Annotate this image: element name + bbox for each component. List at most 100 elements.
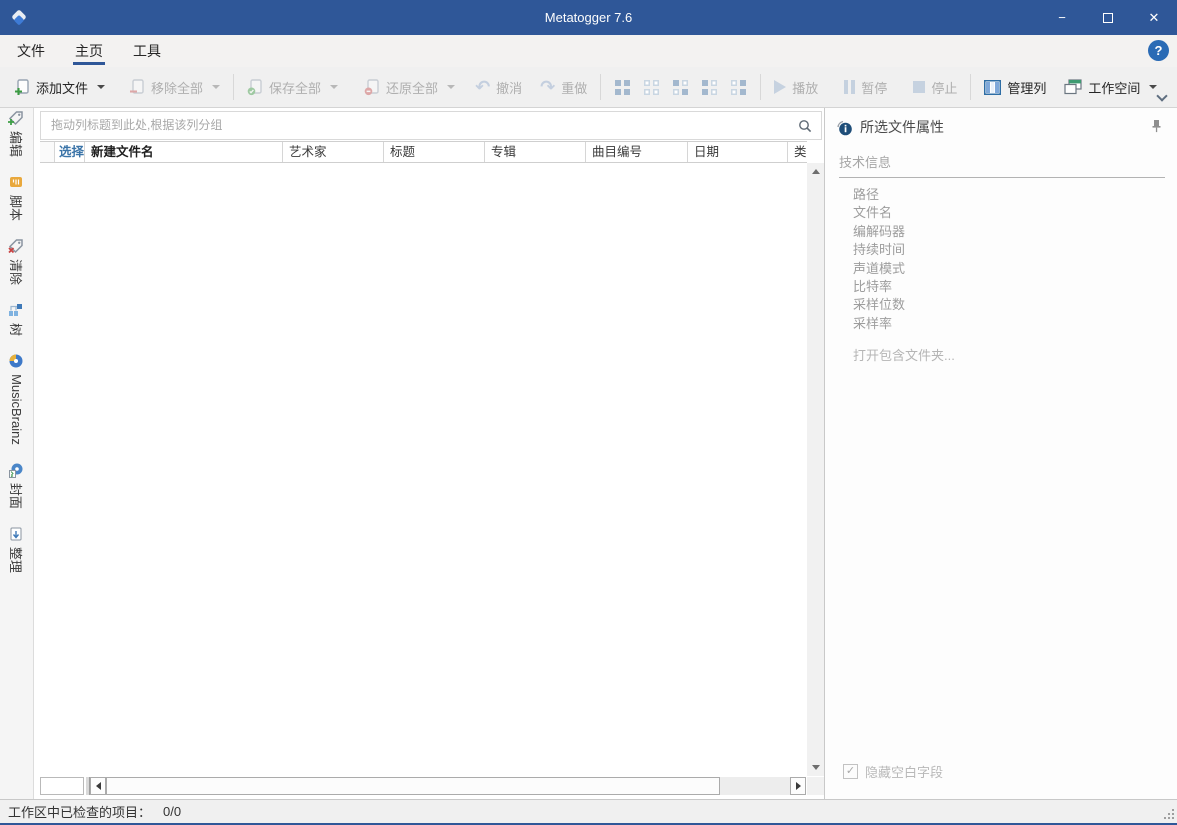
row-indicator-header bbox=[40, 142, 55, 162]
redo-button[interactable]: ↷ 重做 bbox=[534, 72, 593, 102]
column-header-artist[interactable]: 艺术家 bbox=[283, 142, 384, 162]
arrow-up-icon bbox=[811, 169, 820, 174]
check-selected-icon[interactable] bbox=[702, 79, 718, 95]
statusbar: 工作区中已检查的项目： 0/0 bbox=[0, 799, 1177, 825]
open-containing-folder-link[interactable]: 打开包含文件夹... bbox=[853, 345, 955, 364]
scroll-down-button[interactable] bbox=[807, 759, 824, 776]
resize-grip[interactable] bbox=[1164, 809, 1174, 819]
field-label-channel-mode: 声道模式 bbox=[853, 260, 906, 276]
app-window: Metatogger 7.6 − ✕ 文件 主页 工具 ? 添加文件 移除全部 bbox=[0, 0, 1177, 825]
disc-globe-icon bbox=[9, 353, 25, 369]
tree-icon bbox=[9, 302, 25, 318]
workspace-button[interactable]: 工作空间 bbox=[1058, 72, 1163, 102]
file-grid-area: 拖动列标题到此处,根据该列分组 选择 新建文件名 艺术家 标题 专辑 曲目编号 … bbox=[34, 108, 824, 799]
tag-x-icon bbox=[8, 238, 25, 254]
window-controls: − ✕ bbox=[1039, 0, 1177, 35]
field-label-path: 路径 bbox=[853, 187, 880, 202]
search-icon[interactable] bbox=[797, 118, 813, 134]
column-header-title[interactable]: 标题 bbox=[384, 142, 485, 162]
column-header-new-filename[interactable]: 新建文件名 bbox=[85, 142, 283, 162]
maximize-button[interactable] bbox=[1085, 0, 1131, 35]
arrow-right-icon bbox=[795, 782, 801, 790]
sidebar-item-edit[interactable]: 编辑 bbox=[0, 110, 33, 157]
restore-all-caret-icon bbox=[447, 85, 456, 89]
horizontal-scroll-thumb[interactable] bbox=[106, 777, 720, 795]
minimize-button[interactable]: − bbox=[1039, 0, 1085, 35]
column-header-select[interactable]: 选择 bbox=[55, 142, 85, 162]
group-by-hint: 拖动列标题到此处,根据该列分组 bbox=[51, 118, 223, 132]
invert-check-icon[interactable] bbox=[673, 79, 689, 95]
column-header-track-number[interactable]: 曲目编号 bbox=[586, 142, 688, 162]
freeze-pane bbox=[40, 777, 84, 795]
toolbar-separator bbox=[600, 74, 602, 100]
field-label-duration: 持续时间 bbox=[853, 242, 906, 258]
sidebar-item-musicbrainz[interactable]: MusicBrainz bbox=[0, 353, 33, 445]
scrollbar-corner bbox=[807, 777, 824, 795]
remove-all-caret-icon bbox=[212, 85, 221, 89]
save-all-button[interactable]: 保存全部 bbox=[241, 72, 344, 102]
sidebar-item-cover[interactable]: 封面 bbox=[0, 462, 33, 509]
remove-all-button[interactable]: 移除全部 bbox=[123, 72, 226, 102]
sidebar-item-tree[interactable]: 树 bbox=[0, 302, 33, 336]
properties-panel-header: 所选文件属性 bbox=[835, 117, 944, 137]
tab-tools[interactable]: 工具 bbox=[131, 35, 163, 67]
save-all-icon bbox=[247, 78, 263, 96]
column-header-date[interactable]: 日期 bbox=[688, 142, 788, 162]
grid-body-empty bbox=[40, 163, 807, 777]
pause-icon bbox=[844, 80, 856, 94]
technical-fields-list: 路径 文件名 编解码器 持续时间 声道模式 比特率 采样位数 采样率 bbox=[853, 186, 905, 333]
hide-empty-fields-row: ✓ 隐藏空白字段 bbox=[843, 762, 943, 781]
manage-columns-button[interactable]: 管理列 bbox=[978, 72, 1052, 102]
titlebar: Metatogger 7.6 − ✕ bbox=[0, 0, 1177, 35]
sidebar-item-organize[interactable]: 整理 bbox=[0, 526, 33, 573]
window-title: Metatogger 7.6 bbox=[544, 10, 633, 25]
arrow-down-icon bbox=[811, 765, 820, 770]
add-files-button[interactable]: 添加文件 bbox=[8, 72, 111, 102]
uncheck-all-icon[interactable] bbox=[644, 79, 660, 95]
hide-empty-checkbox[interactable]: ✓ bbox=[843, 764, 858, 779]
column-header-album[interactable]: 专辑 bbox=[485, 142, 586, 162]
sidebar-item-clear[interactable]: 清除 bbox=[0, 238, 33, 285]
horizontal-scrollbar[interactable] bbox=[40, 777, 806, 795]
field-label-codec: 编解码器 bbox=[853, 223, 906, 239]
maximize-icon bbox=[1103, 12, 1113, 23]
collapse-ribbon-button[interactable] bbox=[1156, 90, 1168, 102]
stop-button[interactable]: 停止 bbox=[907, 72, 963, 102]
organize-icon bbox=[9, 526, 25, 542]
play-button[interactable]: 播放 bbox=[768, 72, 824, 102]
app-icon[interactable] bbox=[9, 7, 29, 27]
group-by-bar[interactable]: 拖动列标题到此处,根据该列分组 bbox=[40, 111, 822, 140]
scroll-right-button[interactable] bbox=[790, 777, 806, 795]
left-tool-sidebar: 编辑 脚本 清除 树 MusicBrainz 封面 整理 bbox=[0, 108, 34, 799]
check-all-icon[interactable] bbox=[615, 79, 631, 95]
field-label-bitrate: 比特率 bbox=[853, 279, 893, 295]
add-files-caret-icon bbox=[97, 85, 106, 89]
toolbar-separator bbox=[760, 74, 762, 100]
properties-panel-title: 所选文件属性 bbox=[860, 119, 944, 135]
toolbar-separator bbox=[233, 74, 235, 100]
stop-icon bbox=[913, 81, 926, 93]
workspace-icon bbox=[1064, 79, 1082, 95]
remove-file-icon bbox=[129, 78, 145, 96]
tab-home[interactable]: 主页 bbox=[73, 35, 105, 67]
selected-file-properties-panel: 所选文件属性 技术信息 路径 文件名 编解码器 持续时间 声道模式 比特率 采样… bbox=[824, 108, 1177, 799]
vertical-scrollbar[interactable] bbox=[807, 163, 824, 776]
tab-file[interactable]: 文件 bbox=[15, 35, 47, 67]
column-header-type[interactable]: 类型 bbox=[788, 142, 807, 162]
pin-icon[interactable] bbox=[1151, 119, 1162, 133]
sidebar-item-script[interactable]: 脚本 bbox=[0, 174, 33, 221]
redo-icon: ↷ bbox=[540, 77, 556, 97]
close-button[interactable]: ✕ bbox=[1131, 0, 1177, 35]
add-file-icon bbox=[14, 78, 30, 96]
scroll-up-button[interactable] bbox=[807, 163, 824, 180]
save-all-caret-icon bbox=[330, 85, 339, 89]
help-button[interactable]: ? bbox=[1148, 40, 1169, 61]
pause-button[interactable]: 暂停 bbox=[838, 72, 893, 102]
toolbar-separator bbox=[970, 74, 972, 100]
restore-all-button[interactable]: 还原全部 bbox=[358, 72, 461, 102]
script-icon bbox=[9, 174, 25, 190]
field-label-sample-rate: 采样率 bbox=[853, 315, 893, 331]
scroll-left-button[interactable] bbox=[90, 777, 106, 795]
undo-button[interactable]: ↶ 撤消 bbox=[469, 72, 528, 102]
uncheck-selected-icon[interactable] bbox=[731, 79, 747, 95]
